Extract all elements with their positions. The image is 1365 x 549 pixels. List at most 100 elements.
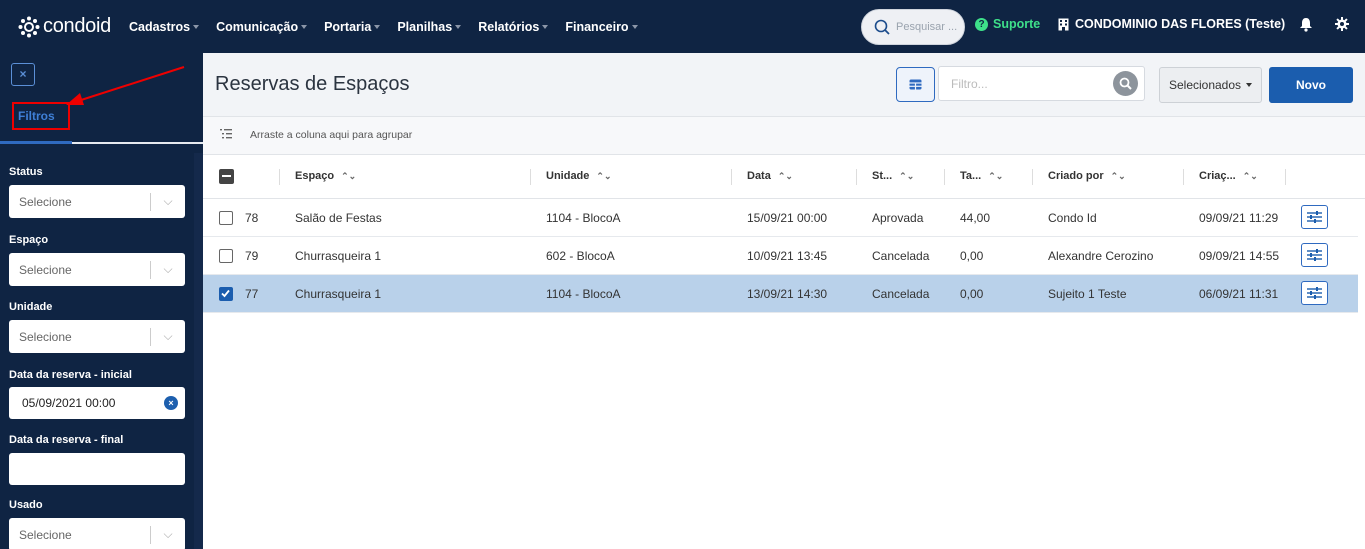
cell-status: Cancelada [872,249,930,263]
column-separator [1032,169,1033,185]
menu-cadastros[interactable]: Cadastros [128,19,200,34]
cell-criado-por: Alexandre Cerozino [1048,249,1154,263]
page-header: Reservas de Espaços Filtro... Selecionad… [203,53,1365,117]
help-icon: ? [975,17,988,31]
column-header-data[interactable]: Data ⌃⌄ [747,170,793,182]
search-icon[interactable] [1113,71,1138,96]
row-checkbox[interactable] [219,249,233,263]
column-label: St... [872,170,893,182]
column-header-espaco[interactable]: Espaço ⌃⌄ [295,170,356,182]
data-final-input[interactable] [9,453,185,485]
column-separator [1183,169,1184,185]
table-row[interactable]: 78 Salão de Festas 1104 - BlocoA 15/09/2… [203,199,1358,237]
tab-filtros[interactable]: Filtros [12,102,70,130]
filter-sidebar: × Filtros Status Selecione ⌵ Espaço Selec… [0,53,203,549]
group-hint: Arraste a coluna aqui para agrupar [250,129,413,141]
cell-unidade: 1104 - BlocoA [546,287,621,301]
table-row-selected[interactable]: 77 Churrasqueira 1 1104 - BlocoA 13/09/2… [203,275,1358,313]
menu-label: Portaria [324,19,372,34]
cell-unidade: 1104 - BlocoA [546,211,621,225]
menu-portaria[interactable]: Portaria [324,19,381,34]
filter-placeholder: Filtro... [951,76,988,91]
menu-planilhas[interactable]: Planilhas [397,20,462,34]
unidade-select[interactable]: Selecione ⌵ [9,320,185,353]
column-header-unidade[interactable]: Unidade ⌃⌄ [546,170,612,182]
menu-comunicacao[interactable]: Comunicação [216,20,308,34]
clear-icon[interactable]: × [164,396,178,410]
top-navbar: condoid Cadastros Comunicação Portaria P… [0,0,1365,53]
column-header-status[interactable]: St... ⌃⌄ [872,170,914,182]
close-sidebar-button[interactable]: × [11,63,35,86]
data-inicial-input[interactable]: 05/09/2021 00:00 × [9,387,185,419]
filter-label-usado: Usado [9,499,43,511]
row-actions-button[interactable] [1301,243,1328,267]
brand-name: condoid [43,15,111,37]
column-header-criacao[interactable]: Criaç... ⌃⌄ [1199,170,1258,182]
filter-label-espaco: Espaço [9,234,49,246]
gear-icon[interactable] [1335,17,1349,31]
cell-data: 15/09/21 00:00 [747,211,828,225]
menu-label: Cadastros [128,19,191,34]
column-label: Espaço [295,170,335,182]
sliders-icon [1307,249,1322,261]
cell-unidade: 602 - BlocoA [546,249,615,263]
row-checkbox-checked[interactable] [219,287,233,301]
select-all-checkbox[interactable] [219,169,234,184]
column-separator [530,169,531,185]
usado-select[interactable]: Selecione ⌵ [9,518,185,549]
table-row[interactable]: 79 Churrasqueira 1 602 - BlocoA 10/09/21… [203,237,1358,275]
new-button[interactable]: Novo [1269,67,1353,103]
sort-icon: ⌃⌄ [1242,170,1258,181]
column-label: Criaç... [1199,170,1236,182]
sort-icon: ⌃⌄ [1110,170,1126,181]
group-panel[interactable]: Arraste a coluna aqui para agrupar [203,117,1365,155]
global-search[interactable]: Pesquisar ... [861,9,965,45]
column-header-taxa[interactable]: Ta... ⌃⌄ [960,170,1003,182]
sort-icon: ⌃⌄ [988,170,1004,181]
menu-relatorios[interactable]: Relatórios [478,20,549,34]
espaco-select[interactable]: Selecione ⌵ [9,253,185,286]
support-link[interactable]: ? Suporte [975,17,1040,31]
group-list-icon [220,129,232,139]
sliders-icon [1307,211,1322,223]
column-separator [1285,169,1286,185]
row-checkbox[interactable] [219,211,233,225]
cell-criacao: 06/09/21 11:31 [1199,287,1279,301]
status-select-value: Selecione [19,194,72,209]
status-select[interactable]: Selecione ⌵ [9,185,185,218]
column-separator [944,169,945,185]
filter-panel: Status Selecione ⌵ Espaço Selecione ⌵ Unid… [0,144,194,549]
column-label: Ta... [960,170,982,182]
brand-logo[interactable]: condoid [18,15,111,38]
sort-icon: ⌃⌄ [777,170,793,181]
row-actions-button[interactable] [1301,281,1328,305]
unidade-select-value: Selecione [19,329,72,344]
bell-icon[interactable] [1299,17,1313,32]
table-header: Espaço ⌃⌄ Unidade ⌃⌄ Data ⌃⌄ St... ⌃⌄ Ta... ⌃… [203,155,1365,199]
cell-espaco: Churrasqueira 1 [295,287,382,301]
selected-dropdown-button[interactable]: Selecionados [1159,67,1262,103]
caret-down-icon [631,24,638,29]
cell-id: 78 [245,211,259,225]
sidebar-scrollbar[interactable] [194,153,203,549]
condo-name: CONDOMINIO DAS FLORES (Teste) [1075,17,1286,31]
filter-input[interactable]: Filtro... [938,66,1145,101]
menu-financeiro[interactable]: Financeiro [565,19,638,34]
column-header-criado-por[interactable]: Criado por ⌃⌄ [1048,170,1126,182]
menu-label: Financeiro [565,19,629,34]
condo-selector[interactable]: CONDOMINIO DAS FLORES (Teste) [1058,17,1285,31]
main-menu: Cadastros Comunicação Portaria Planilhas… [129,20,655,34]
selected-label: Selecionados [1168,78,1242,92]
chevron-down-icon: ⌵ [163,194,173,208]
cell-taxa: 0,00 [960,287,984,301]
caret-down-icon [1246,83,1253,87]
sort-icon: ⌃⌄ [341,170,357,181]
caret-down-icon [455,24,462,29]
close-icon: × [19,67,27,81]
grid-view-button[interactable] [896,67,935,102]
annotation-arrow-icon [66,66,185,105]
cell-id: 79 [245,249,259,263]
cell-status: Cancelada [872,287,930,301]
search-icon [874,19,890,35]
row-actions-button[interactable] [1301,205,1328,229]
